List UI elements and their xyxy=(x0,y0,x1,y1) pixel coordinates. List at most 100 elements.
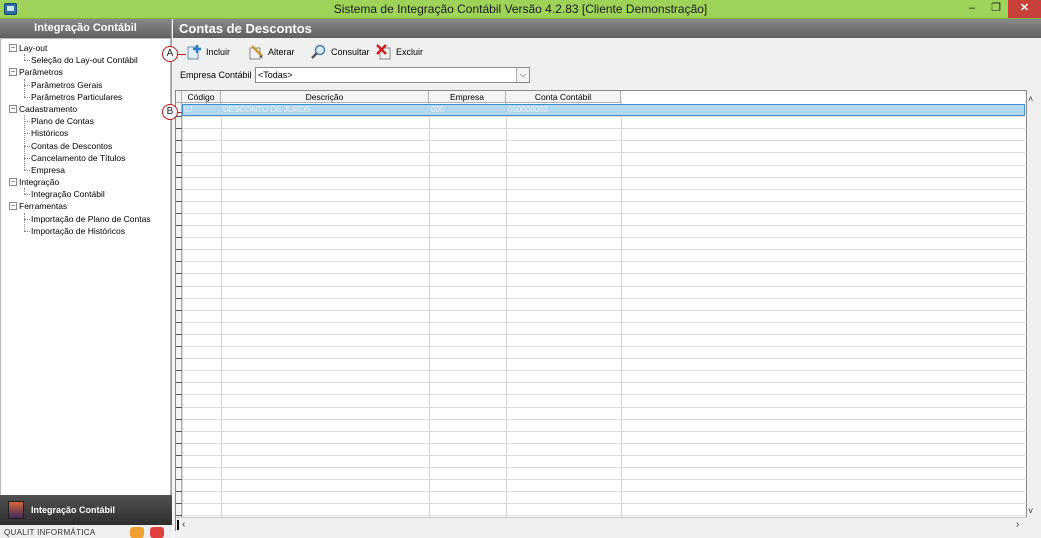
tree-connector xyxy=(24,169,30,171)
scroll-up-icon[interactable]: ˄ xyxy=(1028,94,1033,104)
tree-node[interactable]: − Lay-out xyxy=(1,42,170,54)
grid-row-line xyxy=(182,370,1025,372)
delete-button[interactable]: Excluir xyxy=(376,41,423,63)
grid-row-line xyxy=(182,491,1025,493)
row-indicator-mark xyxy=(176,261,182,263)
tree-node[interactable]: − Ferramentas xyxy=(1,200,170,212)
row-indicator-mark xyxy=(176,442,182,444)
grid-row-line xyxy=(182,406,1025,408)
magnifier-icon xyxy=(311,44,327,60)
collapse-icon[interactable]: − xyxy=(9,104,17,113)
chevron-down-icon[interactable]: ⌵ xyxy=(516,68,529,82)
tree-node-label: Lay-out xyxy=(19,43,48,53)
tree-node-label: Ferramentas xyxy=(19,201,68,212)
grid-row-line xyxy=(182,200,1025,202)
help-icon[interactable] xyxy=(130,527,144,538)
tree-item-label: Históricos xyxy=(31,128,69,139)
grid-row-line xyxy=(182,273,1025,275)
tree-node[interactable]: − Integração xyxy=(1,176,170,188)
exit-icon[interactable] xyxy=(150,527,164,538)
row-indicator-mark xyxy=(176,454,182,456)
close-button[interactable]: ✕ xyxy=(1008,0,1041,18)
grid-row-line xyxy=(182,152,1025,154)
company-filter-select[interactable]: <Todas> ⌵ xyxy=(255,67,530,83)
row-indicator-mark xyxy=(176,406,182,408)
column-header-code[interactable]: Código xyxy=(182,91,221,103)
footer-company: QUALIT INFORMÁTICA xyxy=(4,528,96,537)
company-filter-value: <Todas> xyxy=(258,70,293,80)
tree-item[interactable]: Importação de Históricos xyxy=(1,225,170,237)
tree-node[interactable]: − Parâmetros xyxy=(1,66,170,78)
callout-a-line xyxy=(178,54,186,55)
scroll-position-marker xyxy=(177,520,179,530)
tree-group: − Lay-out Seleção do Lay-out Contábil xyxy=(1,42,170,66)
tree-node[interactable]: − Cadastramento xyxy=(1,103,170,115)
query-button[interactable]: Consultar xyxy=(311,41,370,63)
module-bar[interactable]: Integração Contábil xyxy=(0,495,172,525)
tree-item[interactable]: Empresa xyxy=(1,164,170,176)
tree-item-label: Parâmetros Particulares xyxy=(31,91,123,102)
tree-item[interactable]: Contas de Descontos xyxy=(1,140,170,152)
row-indicator-mark xyxy=(176,370,182,372)
scroll-down-icon[interactable]: ˅ xyxy=(1028,506,1033,516)
tree-connector xyxy=(24,194,30,196)
edit-icon xyxy=(248,44,264,60)
tree-connector xyxy=(24,115,25,170)
tree-item[interactable]: Integração Contábil xyxy=(1,188,170,200)
row-indicator-mark xyxy=(176,200,182,202)
tree-item[interactable]: Parâmetros Particulares xyxy=(1,91,170,103)
collapse-icon[interactable]: − xyxy=(9,202,17,211)
collapse-icon[interactable]: − xyxy=(9,68,17,77)
column-header-description[interactable]: Descrição xyxy=(221,91,429,103)
tree-connector xyxy=(24,230,30,232)
row-indicator-mark xyxy=(176,128,182,130)
grid-row-line xyxy=(182,442,1025,444)
toolbar: Incluir Alterar Consultar Excluir xyxy=(173,41,1041,63)
column-header-account[interactable]: Conta Contábil xyxy=(506,91,621,103)
collapse-icon[interactable]: − xyxy=(9,178,17,187)
edit-button[interactable]: Alterar xyxy=(248,41,295,63)
grid-row-line xyxy=(182,128,1025,130)
grid-row-line xyxy=(182,382,1025,384)
column-header-company[interactable]: Empresa xyxy=(429,91,506,103)
cell-company[interactable]: 000 xyxy=(431,105,444,115)
maximize-button[interactable]: ❐ xyxy=(984,0,1008,18)
scroll-left-icon[interactable]: ‹ xyxy=(182,519,185,530)
tree-item[interactable]: Cancelamento de Títulos xyxy=(1,152,170,164)
row-indicator-mark xyxy=(176,140,182,142)
grid-row-line xyxy=(182,225,1025,226)
tree-item[interactable]: Parâmetros Gerais xyxy=(1,79,170,91)
table-row[interactable]: 0J DESCONTO DE JUROS 000 000000002 xyxy=(182,104,1025,116)
tree-item-label: Cancelamento de Títulos xyxy=(31,152,126,163)
tree-item[interactable]: Importação de Plano de Contas xyxy=(1,213,170,225)
grid-row-line xyxy=(182,454,1025,456)
tree-item-label: Plano de Contas xyxy=(31,116,94,127)
row-indicator-mark xyxy=(176,430,182,432)
tree-item[interactable]: Seleção do Lay-out Contábil xyxy=(1,54,170,66)
footer: QUALIT INFORMÁTICA xyxy=(0,525,172,538)
tree-group: − Integração Integração Contábil xyxy=(1,176,170,200)
callout-b: B xyxy=(162,104,178,120)
grid-row-line xyxy=(182,418,1025,420)
row-indicator-mark xyxy=(176,503,182,505)
tree-item[interactable]: Plano de Contas xyxy=(1,115,170,127)
collapse-icon[interactable]: − xyxy=(9,44,17,52)
row-indicator-mark xyxy=(176,212,182,214)
horizontal-scrollbar[interactable]: ‹ › xyxy=(176,517,1027,531)
cell-description[interactable]: DESCONTO DE JUROS xyxy=(223,105,311,115)
minimize-button[interactable]: – xyxy=(960,0,984,18)
cell-code[interactable]: 0J xyxy=(184,105,192,115)
tree-item[interactable]: Históricos xyxy=(1,127,170,139)
scroll-right-icon[interactable]: › xyxy=(1016,519,1019,530)
row-indicator-mark xyxy=(176,358,182,360)
cell-account[interactable]: 000000002 xyxy=(508,105,548,115)
row-indicator-mark xyxy=(176,333,182,335)
grid-row-line xyxy=(182,297,1025,299)
query-label: Consultar xyxy=(331,47,370,57)
tree-connector xyxy=(24,60,30,62)
add-button[interactable]: Incluir xyxy=(186,41,230,63)
page-title: Contas de Descontos xyxy=(173,19,1041,38)
row-indicator-mark xyxy=(176,116,182,118)
tree-item-label: Integração Contábil xyxy=(31,189,105,200)
grid-row-line xyxy=(182,321,1025,323)
